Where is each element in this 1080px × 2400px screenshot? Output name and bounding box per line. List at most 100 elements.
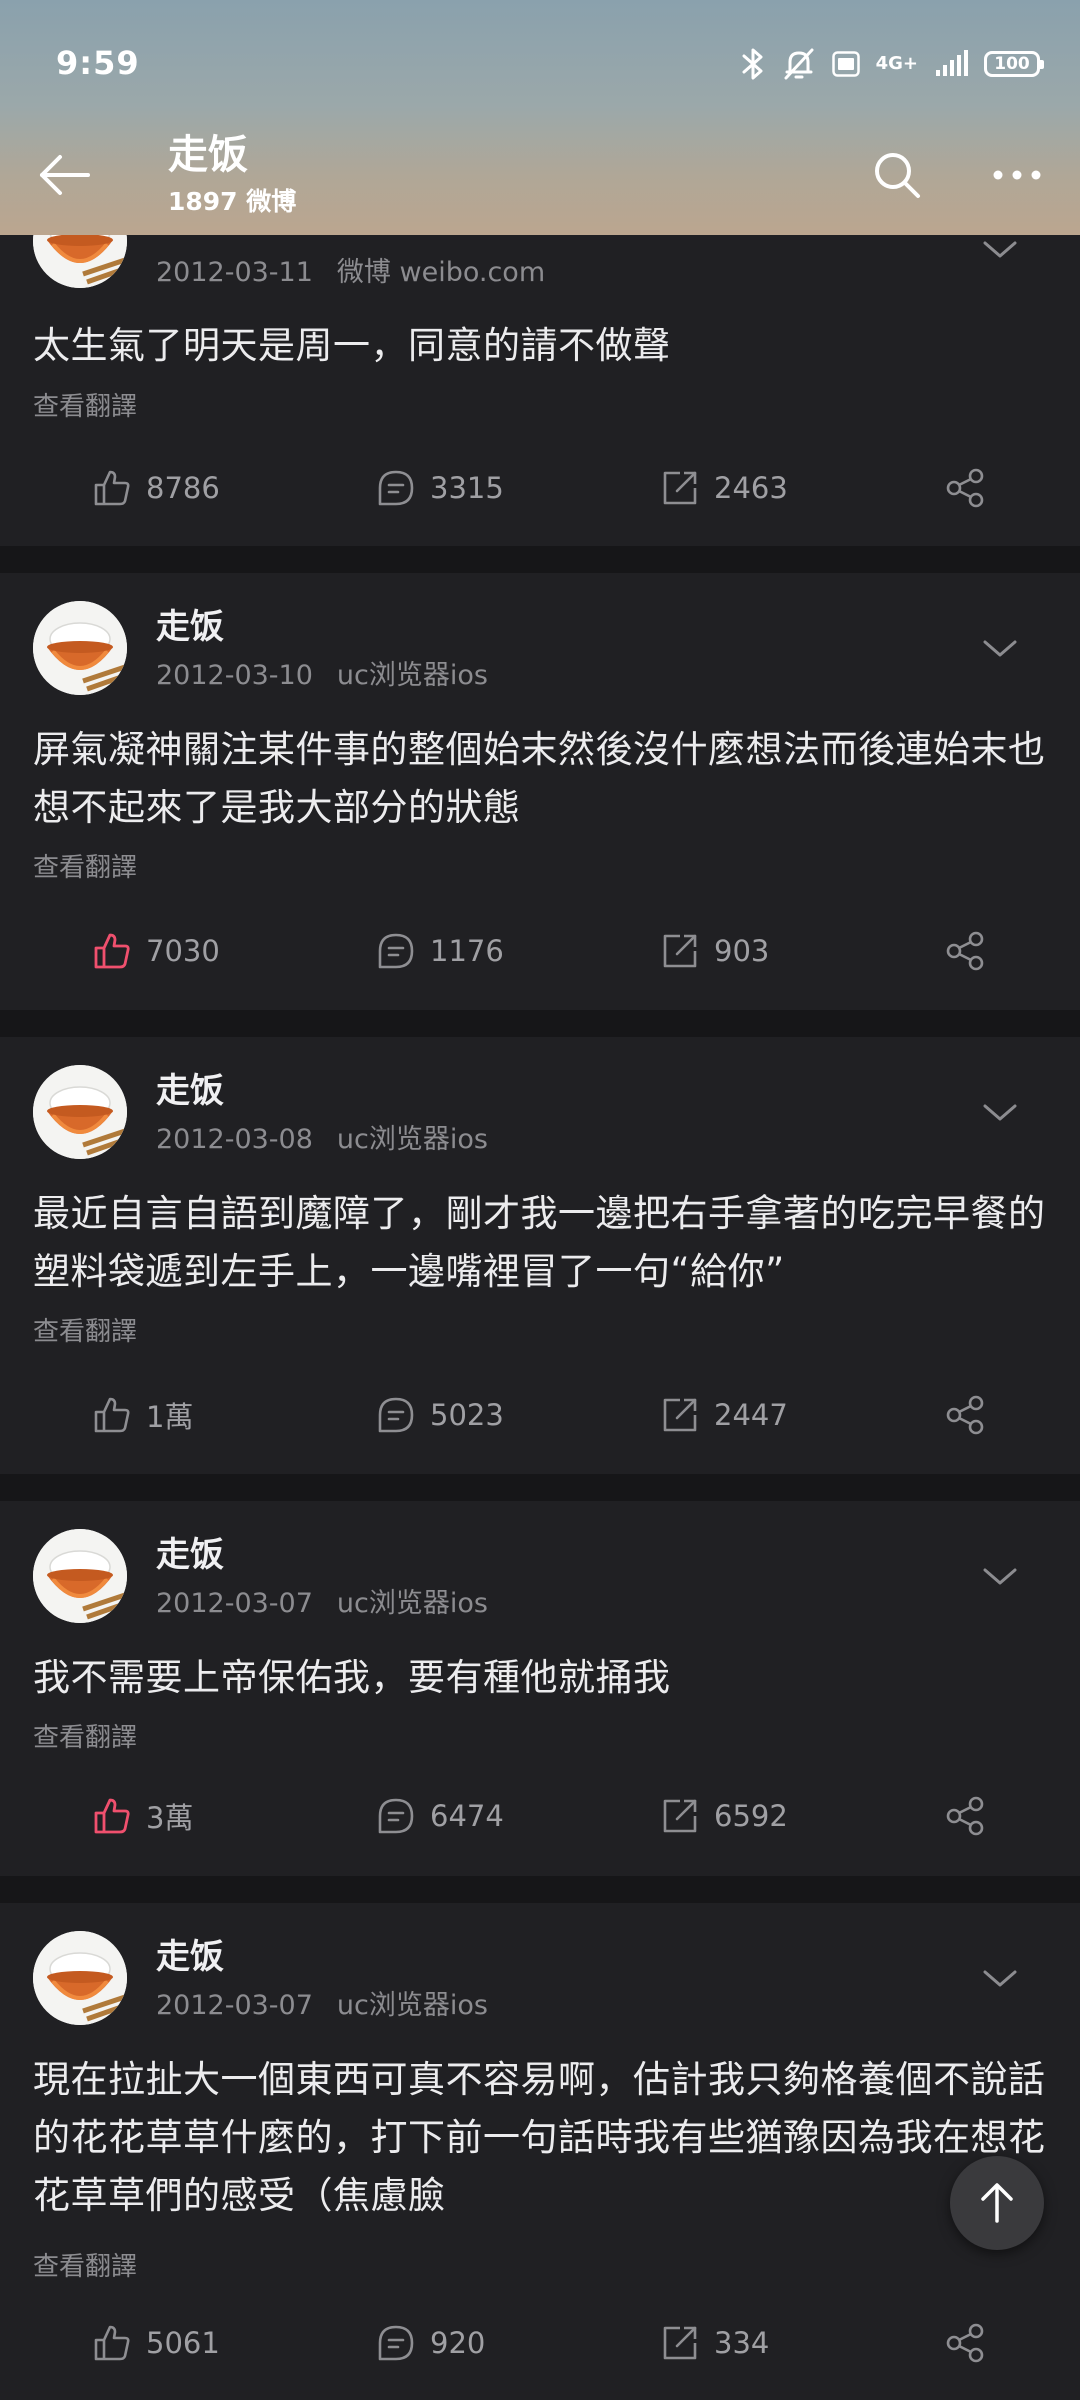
post-text: 現在拉扯大一個東西可真不容易啊，估計我只夠格養個不說話的花花草草什麼的，打下前一…	[33, 2058, 1046, 2217]
share-button[interactable]	[944, 916, 986, 986]
post-date: 2012-03-08	[156, 1124, 313, 1155]
weibo-post[interactable]: 走饭 2012-03-07 uc浏览器ios 我不需要上帝保佑我，要有種他就捅我 …	[0, 1501, 1080, 1876]
like-button[interactable]: 5061	[92, 2308, 220, 2378]
post-source: uc浏览器ios	[336, 1990, 488, 2021]
share-button[interactable]	[944, 1781, 986, 1851]
like-button[interactable]: 3萬	[92, 1781, 193, 1851]
translate-link[interactable]: 查看翻譯	[33, 390, 137, 424]
post-author[interactable]: 走饭	[156, 1535, 224, 1575]
search-button[interactable]	[862, 140, 932, 210]
like-count: 1萬	[146, 1400, 194, 1434]
post-meta: 2012-03-07 uc浏览器ios	[156, 1587, 488, 1621]
weibo-post[interactable]: 走饭 2012-03-08 uc浏览器ios 最近自言自語到魔障了，剛才我一邊把右…	[0, 1037, 1080, 1474]
like-count: 3萬	[146, 1801, 194, 1835]
rice-bowl-avatar-image	[33, 601, 127, 695]
post-source: uc浏览器ios	[336, 660, 488, 691]
like-button[interactable]: 8786	[92, 453, 220, 523]
post-actions: 3萬 6474 6592	[0, 1781, 1080, 1851]
post-text: 太生氣了明天是周一，同意的請不做聲	[33, 324, 671, 367]
share-button[interactable]	[944, 2308, 986, 2378]
share-icon	[946, 2323, 984, 2363]
translate-link[interactable]: 查看翻譯	[33, 851, 137, 885]
signal-icon	[934, 50, 968, 78]
more-button[interactable]	[982, 140, 1052, 210]
post-author[interactable]: 走饭	[156, 1071, 224, 1111]
chevron-down-icon[interactable]	[972, 1951, 1028, 2007]
repost-count: 6592	[714, 1799, 788, 1833]
comment-icon	[378, 470, 414, 506]
comment-button[interactable]: 5023	[376, 1380, 504, 1450]
battery-indicator: 100	[984, 51, 1044, 77]
comment-button[interactable]: 920	[376, 2308, 485, 2378]
post-source: 微博 weibo.com	[336, 257, 546, 288]
status-time: 9:59	[56, 44, 140, 82]
network-type: 4G+	[875, 53, 918, 74]
comment-button[interactable]: 6474	[376, 1781, 504, 1851]
status-bar: 9:59 4G+ 100	[0, 0, 1080, 130]
like-count: 7030	[146, 934, 220, 968]
like-button[interactable]: 1萬	[92, 1380, 193, 1450]
post-date: 2012-03-07	[156, 1588, 313, 1619]
share-icon	[946, 468, 984, 508]
repost-button[interactable]: 2463	[660, 453, 788, 523]
like-button[interactable]: 7030	[92, 916, 220, 986]
repost-button[interactable]: 6592	[660, 1781, 788, 1851]
rice-bowl-avatar-image	[33, 1529, 127, 1623]
post-text: 最近自言自語到魔障了，剛才我一邊把右手拿著的吃完早餐的塑料袋遞到左手上，一邊嘴裡…	[33, 1192, 1046, 1293]
post-author[interactable]: 走饭	[156, 1937, 224, 1977]
more-dots-icon	[993, 170, 1041, 180]
share-button[interactable]	[944, 1380, 986, 1450]
repost-icon	[663, 934, 697, 968]
comment-icon	[378, 933, 414, 969]
comment-count: 5023	[430, 1398, 504, 1432]
nav-bar: 走饭 1897 微博	[0, 130, 1080, 235]
thumbs-up-icon	[94, 933, 130, 969]
search-icon	[875, 153, 920, 198]
comment-icon	[378, 1798, 414, 1834]
thumbs-up-icon	[94, 2325, 130, 2361]
translate-link[interactable]: 查看翻譯	[33, 1721, 137, 1755]
avatar[interactable]	[33, 601, 127, 695]
post-source: uc浏览器ios	[336, 1588, 488, 1619]
post-meta: 2012-03-10 uc浏览器ios	[156, 659, 488, 693]
repost-icon	[663, 2326, 697, 2360]
post-author[interactable]: 走饭	[156, 607, 224, 647]
chevron-down-icon[interactable]	[972, 1549, 1028, 1605]
repost-icon	[663, 471, 697, 505]
thumbs-up-icon	[94, 1397, 130, 1433]
share-icon	[946, 931, 984, 971]
rice-bowl-avatar-image	[33, 1931, 127, 2025]
comment-button[interactable]: 3315	[376, 453, 504, 523]
repost-button[interactable]: 2447	[660, 1380, 788, 1450]
share-button[interactable]	[944, 453, 986, 523]
profile-title-block: 走饭 1897 微博	[168, 130, 296, 220]
translate-link[interactable]: 查看翻譯	[33, 2250, 137, 2284]
scroll-to-top-button[interactable]	[950, 2156, 1044, 2250]
translate-link[interactable]: 查看翻譯	[33, 1315, 137, 1349]
post-actions: 7030 1176 903	[0, 916, 1080, 986]
repost-button[interactable]: 334	[660, 2308, 769, 2378]
post-text: 我不需要上帝保佑我，要有種他就捅我	[33, 1656, 671, 1699]
post-text: 屏氣凝神關注某件事的整個始末然後沒什麼想法而後連始末也想不起來了是我大部分的狀態	[33, 728, 1046, 829]
post-date: 2012-03-11	[156, 257, 313, 288]
repost-button[interactable]: 903	[660, 916, 769, 986]
volte-icon	[831, 51, 860, 77]
comment-icon	[378, 2325, 414, 2361]
weibo-post[interactable]: 走饭 2012-03-07 uc浏览器ios 現在拉扯大一個東西可真不容易啊，估計…	[0, 1903, 1080, 2400]
avatar[interactable]	[33, 1931, 127, 2025]
app-screen: 走饭 2012-03-11 微博 weibo.com 太生氣了明天是周一，同意的請…	[0, 0, 1080, 2400]
comment-button[interactable]: 1176	[376, 916, 504, 986]
post-actions: 8786 3315 2463	[0, 453, 1080, 523]
chevron-down-icon[interactable]	[972, 1085, 1028, 1141]
repost-count: 2447	[714, 1398, 788, 1432]
chevron-down-icon[interactable]	[972, 621, 1028, 677]
avatar[interactable]	[33, 1529, 127, 1623]
avatar[interactable]	[33, 1065, 127, 1159]
repost-count: 334	[714, 2326, 770, 2360]
repost-icon	[663, 1799, 697, 1833]
rice-bowl-avatar-image	[33, 1065, 127, 1159]
post-actions: 5061 920 334	[0, 2308, 1080, 2378]
back-button[interactable]	[30, 140, 100, 210]
share-icon	[946, 1796, 984, 1836]
weibo-post[interactable]: 走饭 2012-03-10 uc浏览器ios 屏氣凝神關注某件事的整個始末然後沒什…	[0, 573, 1080, 1010]
